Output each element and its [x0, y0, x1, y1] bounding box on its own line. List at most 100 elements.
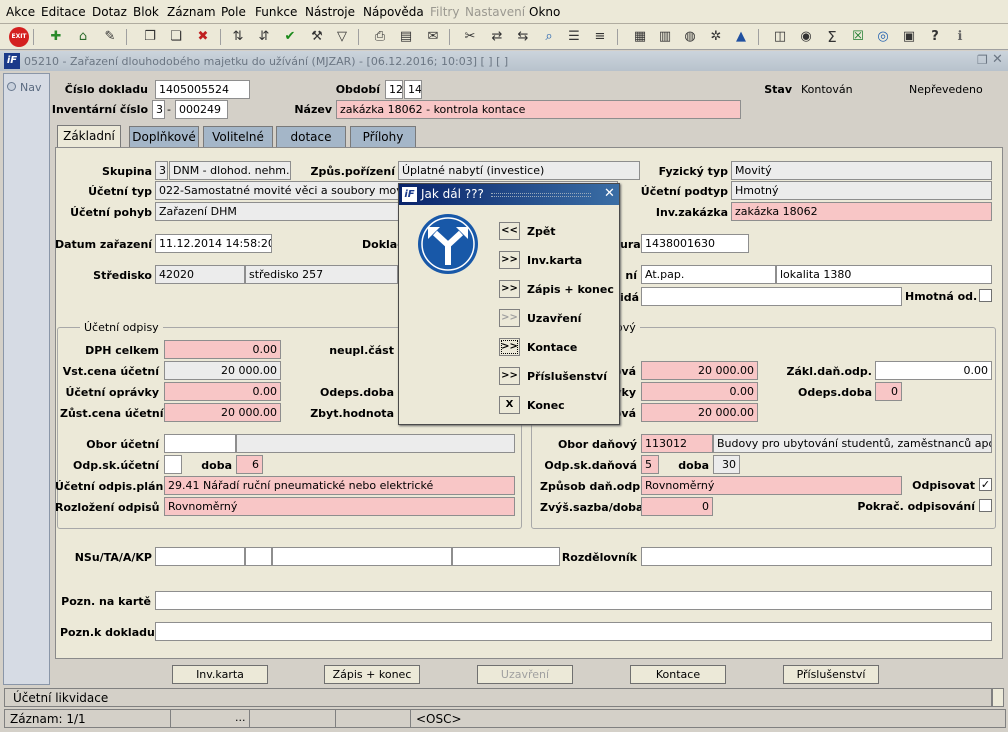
list-icon[interactable]: ☰ — [564, 27, 584, 47]
close-icon[interactable]: ✕ — [992, 52, 1003, 67]
settings-icon[interactable]: ✲ — [706, 27, 726, 47]
duplicate-icon[interactable]: ❏ — [166, 27, 186, 47]
excel-icon[interactable]: ☒ — [848, 27, 868, 47]
skupina-field-2[interactable]: DNM - dlohod. nehm. ma — [169, 161, 291, 180]
obdobi-field-2[interactable]: 14 — [404, 80, 422, 99]
vst-cena-field[interactable]: 20 000.00 — [164, 361, 281, 380]
datum-zarazeni-field[interactable]: 11.12.2014 14:58:20 — [155, 234, 272, 253]
camera-icon[interactable]: ◉ — [796, 27, 816, 47]
zust-cena-field[interactable]: 20 000.00 — [164, 403, 281, 422]
vst-cena-danova-field[interactable]: 20 000.00 — [641, 361, 758, 380]
copy-icon[interactable]: ❐ — [140, 27, 160, 47]
dialog-zapis-konec-button[interactable]: >> — [499, 280, 520, 298]
menu-editace[interactable]: Editace — [41, 5, 86, 19]
globe-icon[interactable]: ◍ — [680, 27, 700, 47]
inv-cislo-field-1[interactable]: 3 — [152, 100, 165, 119]
sort-asc-icon[interactable]: ⇅ — [228, 27, 248, 47]
dialog-zpet-button[interactable]: << — [499, 222, 520, 240]
dialog-uzavreni-button[interactable]: >> — [499, 309, 520, 327]
print-preview-icon[interactable]: ▤ — [396, 27, 416, 47]
search-icon[interactable]: ⌕ — [539, 27, 559, 47]
dialog-prislusenstvi-button[interactable]: >> — [499, 367, 520, 385]
zpus-porizeni-field[interactable]: Úplatné nabytí (investice) — [398, 161, 640, 180]
print-icon[interactable]: ⎙ — [370, 27, 390, 47]
zvys-sazba-field[interactable]: 0 — [641, 497, 713, 516]
radio-icon[interactable] — [7, 82, 16, 91]
wrench-icon[interactable]: ⚒ — [307, 27, 327, 47]
doba-danova-field[interactable]: 30 — [713, 455, 740, 474]
menu-dotaz[interactable]: Dotaz — [92, 5, 127, 19]
filter-icon[interactable]: ▽ — [332, 27, 352, 47]
note-icon[interactable]: ▥ — [655, 27, 675, 47]
menu-blok[interactable]: Blok — [133, 5, 159, 19]
zpusob-dan-odp-field[interactable]: Rovnoměrný — [641, 476, 902, 495]
inv-karta-button[interactable]: Inv.karta — [172, 665, 268, 684]
dialog-inv-karta-button[interactable]: >> — [499, 251, 520, 269]
lokalita-field-1[interactable]: At.pap. — [641, 265, 776, 284]
pokrac-odpisovani-checkbox[interactable] — [979, 499, 992, 512]
delete-icon[interactable]: ✖ — [193, 27, 213, 47]
arrows-icon[interactable]: ⇄ — [487, 27, 507, 47]
tab-zakladni[interactable]: Základní — [57, 125, 121, 149]
rozlozeni-odpisu-field[interactable]: Rovnoměrný — [164, 497, 515, 516]
obor-danovy-field-2[interactable]: Budovy pro ubytování studentů, zaměstnan… — [713, 434, 992, 453]
obor-danovy-field-1[interactable]: 113012 — [641, 434, 713, 453]
window-icon[interactable]: ▣ — [899, 27, 919, 47]
fyzicky-typ-field[interactable]: Movitý — [731, 161, 992, 180]
stredisko-field-2[interactable]: středisko 257 — [245, 265, 398, 284]
erase-icon[interactable]: ✎ — [100, 27, 120, 47]
dph-celkem-field[interactable]: 0.00 — [164, 340, 281, 359]
status-scrollbar[interactable] — [992, 688, 1004, 707]
check-icon[interactable]: ✔ — [280, 27, 300, 47]
help-icon[interactable]: ? — [925, 27, 945, 47]
document-icon[interactable]: ▦ — [630, 27, 650, 47]
cut-icon[interactable]: ✂ — [460, 27, 480, 47]
list-alt-icon[interactable]: ≡ — [590, 27, 610, 47]
mail-icon[interactable]: ✉ — [423, 27, 443, 47]
obdobi-field-1[interactable]: 12 — [385, 80, 403, 99]
sum-icon[interactable]: Σ — [822, 27, 842, 47]
obor-ucetni-field-2[interactable] — [236, 434, 515, 453]
skupina-field-1[interactable]: 3 — [155, 161, 168, 180]
dialog-close-icon[interactable]: ✕ — [604, 186, 615, 201]
nazev-field[interactable]: zakázka 18062 - kontrola kontace — [336, 100, 741, 119]
menu-nastroje[interactable]: Nástroje — [305, 5, 355, 19]
nsu-field-3[interactable] — [272, 547, 452, 566]
nsu-field-1[interactable] — [155, 547, 245, 566]
tab-dotace[interactable]: dotace — [276, 126, 346, 148]
inv-cislo-field-2[interactable]: 000249 — [175, 100, 228, 119]
menu-pole[interactable]: Pole — [221, 5, 246, 19]
menu-napoveda[interactable]: Nápověda — [363, 5, 424, 19]
flow-icon[interactable]: ⇆ — [513, 27, 533, 47]
tab-doplnkove[interactable]: Doplňkové — [129, 126, 199, 148]
chart-icon[interactable]: ◫ — [770, 27, 790, 47]
odpisovat-checkbox[interactable]: ✓ — [979, 478, 992, 491]
sort-desc-icon[interactable]: ⇵ — [254, 27, 274, 47]
odeps-doba-dan-field[interactable]: 0 — [875, 382, 902, 401]
danove-opravky-field[interactable]: 0.00 — [641, 382, 758, 401]
browser-icon[interactable]: ◎ — [873, 27, 893, 47]
zust-cena-danova-field[interactable]: 20 000.00 — [641, 403, 758, 422]
nsu-field-2[interactable] — [245, 547, 272, 566]
pozn-na-karte-field[interactable] — [155, 591, 992, 610]
ucetni-odpis-plan-field[interactable]: 29.41 Nářadí ruční pneumatické nebo elek… — [164, 476, 515, 495]
mountain-icon[interactable]: ▲ — [731, 27, 751, 47]
odpovedna-osoba-field[interactable] — [641, 287, 902, 306]
zapis-konec-button[interactable]: Zápis + konec — [324, 665, 420, 684]
lokalita-field-2[interactable]: lokalita 1380 — [776, 265, 992, 284]
prislusenstvi-button[interactable]: Příslušenství — [783, 665, 879, 684]
doba-ucetni-field[interactable]: 6 — [236, 455, 263, 474]
menu-akce[interactable]: Akce — [6, 5, 35, 19]
rozdelovnik-field[interactable] — [641, 547, 992, 566]
zakl-dan-odp-field[interactable]: 0.00 — [875, 361, 992, 380]
faktura-field[interactable]: 1438001630 — [641, 234, 749, 253]
cislo-dokladu-field[interactable]: 1405005524 — [155, 80, 250, 99]
info-icon[interactable]: ℹ — [950, 27, 970, 47]
ucetni-podtyp-field[interactable]: Hmotný — [731, 181, 992, 200]
exit-icon[interactable]: EXIT — [9, 27, 29, 47]
nav-label[interactable]: Nav — [20, 81, 41, 94]
add-record-icon[interactable]: ✚ — [46, 27, 66, 47]
dialog-kontace-button[interactable]: >> — [499, 338, 520, 356]
stredisko-field-1[interactable]: 42020 — [155, 265, 245, 284]
menu-funkce[interactable]: Funkce — [255, 5, 297, 19]
